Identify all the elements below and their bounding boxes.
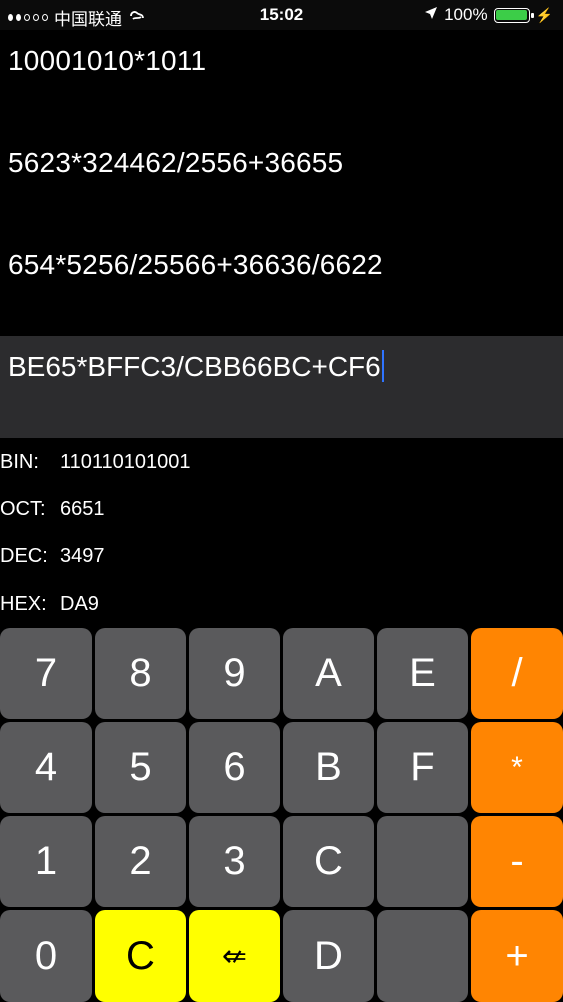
key-b[interactable]: B [283, 722, 374, 813]
key-8[interactable]: 8 [95, 628, 186, 719]
key-f[interactable]: F [377, 722, 468, 813]
result-bin-value: 110110101001 [60, 451, 191, 473]
expression-input[interactable]: BE65*BFFC3/CBB66BC+CF6 [0, 336, 563, 438]
result-dec-label: DEC: [0, 545, 48, 567]
key-4[interactable]: 4 [0, 722, 92, 813]
result-hex-value: DA9 [60, 593, 99, 615]
key-7[interactable]: 7 [0, 628, 92, 719]
status-bar: 中国联通 15:02 100% ⚡ [0, 0, 563, 30]
backspace-button[interactable]: ⇍ [189, 910, 280, 1002]
status-right: 100% ⚡ [424, 5, 553, 25]
key-e[interactable]: E [377, 628, 468, 719]
key-add[interactable]: + [471, 910, 563, 1002]
key-6[interactable]: 6 [189, 722, 280, 813]
key-a[interactable]: A [283, 628, 374, 719]
key-1[interactable]: 1 [0, 816, 92, 907]
key-3[interactable]: 3 [189, 816, 280, 907]
key-c[interactable]: C [283, 816, 374, 907]
expression-value: BE65*BFFC3/CBB66BC+CF6 [8, 351, 381, 382]
result-bin: BIN: 110110101001 [0, 451, 191, 474]
result-oct-value: 6651 [60, 498, 105, 520]
expression-input-text: BE65*BFFC3/CBB66BC+CF6 [8, 350, 384, 383]
key-0[interactable]: 0 [0, 910, 92, 1002]
location-arrow-icon [424, 5, 438, 25]
result-oct: OCT: 6651 [0, 498, 105, 521]
history-line-1[interactable]: 10001010*1011 [8, 45, 206, 77]
result-oct-label: OCT: [0, 498, 46, 520]
text-cursor [381, 350, 384, 382]
result-hex-label: HEX: [0, 593, 47, 615]
key-9[interactable]: 9 [189, 628, 280, 719]
key-2[interactable]: 2 [95, 816, 186, 907]
key-multiply[interactable]: * [471, 722, 563, 813]
result-dec-value: 3497 [60, 545, 105, 567]
keypad: 7 8 9 A E / 4 5 6 B F * 1 2 3 C - 0 C ⇍ … [0, 628, 563, 1002]
result-hex: HEX: DA9 [0, 593, 99, 616]
key-divide[interactable]: / [471, 628, 563, 719]
clear-button[interactable]: C [95, 910, 186, 1002]
key-d[interactable]: D [283, 910, 374, 1002]
key-blank-1[interactable] [377, 816, 468, 907]
key-5[interactable]: 5 [95, 722, 186, 813]
result-dec: DEC: 3497 [0, 545, 105, 568]
battery-icon [493, 7, 534, 23]
key-subtract[interactable]: - [471, 816, 563, 907]
result-bin-label: BIN: [0, 451, 39, 473]
battery-percent: 100% [444, 5, 488, 24]
history-line-2[interactable]: 5623*324462/2556+36655 [8, 147, 343, 179]
history-line-3[interactable]: 654*5256/25566+36636/6622 [8, 249, 383, 281]
charging-bolt-icon: ⚡ [535, 6, 553, 23]
key-blank-2[interactable] [377, 910, 468, 1002]
